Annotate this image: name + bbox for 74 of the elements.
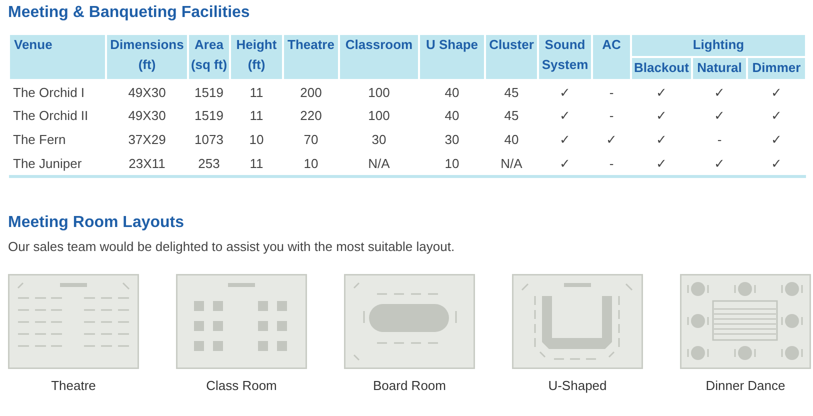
table-cell: N/A bbox=[339, 152, 419, 176]
table-cell: 23X11 bbox=[106, 152, 188, 176]
table-cell-text: The Orchid II bbox=[12, 107, 90, 126]
section-title: Meeting Room Layouts bbox=[8, 212, 186, 232]
table-cell: 10 bbox=[283, 152, 339, 176]
column-header: Dimmer bbox=[747, 57, 806, 80]
table-cell-text: 30 bbox=[444, 131, 460, 150]
table-cell-text: 49X30 bbox=[127, 107, 167, 126]
layout-label: Dinner Dance bbox=[706, 377, 786, 395]
table-cell-text: 37X29 bbox=[127, 131, 167, 150]
table-cell-text: - bbox=[608, 84, 615, 102]
table-cell-text: 10 bbox=[248, 131, 265, 150]
table-cell: - bbox=[592, 152, 631, 176]
table-cell: ✓ bbox=[747, 152, 806, 176]
table-cell-text: - bbox=[608, 107, 615, 126]
table-cell: 10 bbox=[419, 152, 485, 176]
column-header: Lighting bbox=[631, 34, 806, 57]
table-cell-text: 1519 bbox=[194, 84, 224, 102]
table-cell-text: 100 bbox=[367, 84, 391, 102]
section-title: Meeting & Banqueting Facilities bbox=[8, 3, 251, 23]
table-cell-text: 40 bbox=[444, 84, 460, 102]
column-header: Height (ft) bbox=[230, 34, 283, 80]
table-cell-text: 100 bbox=[367, 107, 391, 126]
table-cell-text: ✓ bbox=[655, 84, 668, 102]
table-cell: ✓ bbox=[692, 152, 747, 176]
column-header: Area (sq ft) bbox=[188, 34, 230, 80]
table-cell-text: 70 bbox=[302, 131, 320, 150]
column-header: Venue bbox=[9, 34, 106, 80]
table-cell-text: The Orchid I bbox=[12, 84, 86, 102]
table-cell-text: 49X30 bbox=[127, 84, 167, 102]
table-cell-text: 45 bbox=[503, 107, 520, 126]
table-cell: N/A bbox=[485, 152, 538, 176]
table-cell: 11 bbox=[230, 152, 283, 176]
table-cell: 253 bbox=[188, 152, 230, 176]
column-header: Classroom bbox=[339, 34, 419, 80]
table-cell-text: ✓ bbox=[713, 84, 726, 102]
table-cell-text: ✓ bbox=[655, 131, 668, 150]
layout-label: Class Room bbox=[206, 377, 277, 395]
column-header: Dimensions (ft) bbox=[106, 34, 188, 80]
table-cell-text: ✓ bbox=[558, 84, 572, 102]
column-header: Blackout bbox=[631, 57, 692, 80]
table-cell-text: 40 bbox=[503, 131, 520, 150]
table-cell-text: 1073 bbox=[194, 131, 224, 150]
column-header: Natural bbox=[692, 57, 747, 80]
table-cell-text: 1519 bbox=[194, 107, 224, 126]
layout-label: U-Shaped bbox=[548, 377, 607, 395]
table-cell-text: ✓ bbox=[558, 131, 572, 150]
column-header: U Shape bbox=[419, 34, 485, 80]
table-cell: ✓ bbox=[631, 152, 692, 176]
column-header: AC bbox=[592, 34, 631, 80]
column-header: Cluster bbox=[485, 34, 538, 80]
table-cell-text: ✓ bbox=[770, 131, 783, 150]
table-cell-text: ✓ bbox=[558, 107, 572, 126]
layout-label: Theatre bbox=[51, 377, 96, 395]
table-cell-text: 45 bbox=[503, 84, 520, 102]
table-cell: The Juniper bbox=[9, 152, 106, 176]
column-header: Sound System bbox=[538, 34, 592, 80]
table-cell-text: 220 bbox=[299, 107, 323, 126]
table-cell-text: 11 bbox=[248, 84, 264, 102]
layout-label: Board Room bbox=[373, 377, 446, 395]
table-cell-text: ✓ bbox=[713, 107, 726, 126]
table-cell-text: The Fern bbox=[12, 131, 67, 150]
table-cell-text: ✓ bbox=[770, 84, 783, 102]
table-cell-text: 11 bbox=[248, 107, 264, 126]
table-cell-text: 30 bbox=[370, 131, 388, 150]
table-cell-text: - bbox=[716, 131, 723, 150]
table-cell-text: ✓ bbox=[770, 107, 783, 126]
table-cell-text: 40 bbox=[444, 107, 460, 126]
table-cell-text: ✓ bbox=[655, 107, 668, 126]
column-header: Theatre bbox=[283, 34, 339, 80]
table-cell-text: 200 bbox=[299, 84, 323, 102]
intro-text: Our sales team would be delighted to assist you with the most suitable layout. bbox=[8, 238, 456, 256]
table-cell-text: ✓ bbox=[605, 131, 618, 150]
table-cell: ✓ bbox=[538, 152, 592, 176]
